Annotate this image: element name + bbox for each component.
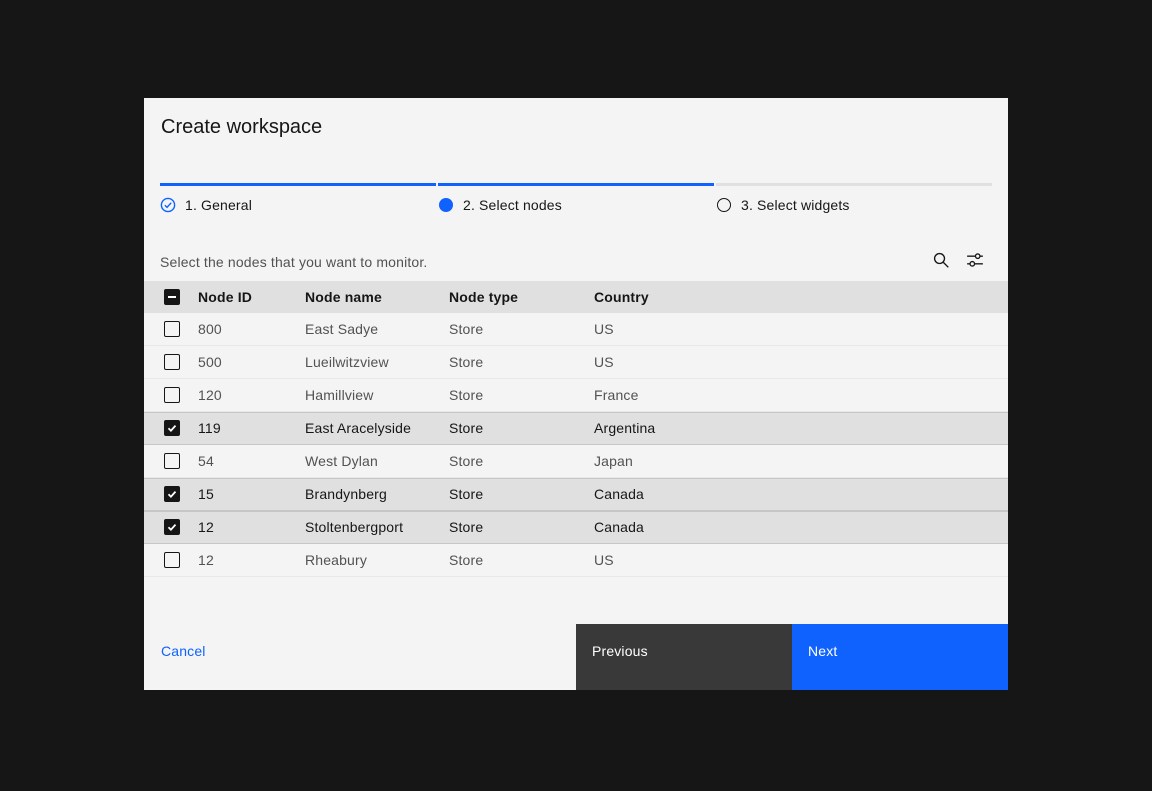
cell-node-name: Lueilwitzview xyxy=(305,354,449,370)
progress-step[interactable]: 2. Select nodes xyxy=(438,183,714,213)
row-checkbox[interactable] xyxy=(164,486,180,502)
cell-node-id: 119 xyxy=(198,420,305,436)
cell-node-type: Store xyxy=(449,486,594,502)
cell-country: Canada xyxy=(594,519,1008,535)
progress-step-label: 3. Select widgets xyxy=(741,197,850,213)
select-all-cell xyxy=(164,289,198,305)
row-checkbox-cell xyxy=(164,420,198,436)
cell-node-name: East Sadye xyxy=(305,321,449,337)
row-checkbox[interactable] xyxy=(164,453,180,469)
row-checkbox-cell xyxy=(164,552,198,568)
column-header-node-id: Node ID xyxy=(198,289,305,305)
table-row: 120 Hamillview Store France xyxy=(144,379,1008,412)
row-checkbox-cell xyxy=(164,486,198,502)
progress-indicator: 1. General 2. Select nodes 3. Select wid… xyxy=(160,183,992,213)
cell-country: Argentina xyxy=(594,420,1008,436)
cell-node-type: Store xyxy=(449,453,594,469)
cell-node-id: 120 xyxy=(198,387,305,403)
cell-node-id: 54 xyxy=(198,453,305,469)
table-row: 12 Stoltenbergport Store Canada xyxy=(144,511,1008,544)
next-button[interactable]: Next xyxy=(792,624,1008,690)
table-row: 15 Brandynberg Store Canada xyxy=(144,478,1008,511)
progress-step-label: 2. Select nodes xyxy=(463,197,562,213)
create-workspace-dialog: Create workspace 1. General 2. Select no… xyxy=(144,98,1008,690)
table-row: 500 Lueilwitzview Store US xyxy=(144,346,1008,379)
progress-step[interactable]: 1. General xyxy=(160,183,436,213)
table-toolbar: Select the nodes that you want to monito… xyxy=(160,244,992,280)
search-icon xyxy=(932,251,950,274)
progress-step[interactable]: 3. Select widgets xyxy=(716,183,992,213)
cell-node-type: Store xyxy=(449,420,594,436)
dialog-title: Create workspace xyxy=(161,116,322,139)
table-body: 800 East Sadye Store US 500 Lueilwitzvie… xyxy=(144,313,1008,577)
previous-button[interactable]: Previous xyxy=(576,624,792,690)
column-header-node-type: Node type xyxy=(449,289,594,305)
cell-node-name: West Dylan xyxy=(305,453,449,469)
cell-node-name: East Aracelyside xyxy=(305,420,449,436)
cell-node-id: 800 xyxy=(198,321,305,337)
cell-country: France xyxy=(594,387,1008,403)
cell-node-type: Store xyxy=(449,321,594,337)
row-checkbox-cell xyxy=(164,519,198,535)
row-checkbox-cell xyxy=(164,321,198,337)
cell-node-type: Store xyxy=(449,387,594,403)
dialog-footer: Cancel Previous Next xyxy=(144,624,1008,690)
cell-country: US xyxy=(594,321,1008,337)
row-checkbox[interactable] xyxy=(164,552,180,568)
cell-node-id: 15 xyxy=(198,486,305,502)
cell-node-name: Stoltenbergport xyxy=(305,519,449,535)
cell-node-type: Store xyxy=(449,519,594,535)
incomplete-step-icon xyxy=(716,197,732,213)
column-header-node-name: Node name xyxy=(305,289,449,305)
cell-node-id: 500 xyxy=(198,354,305,370)
cell-node-type: Store xyxy=(449,552,594,568)
cell-node-id: 12 xyxy=(198,519,305,535)
row-checkbox-cell xyxy=(164,387,198,403)
row-checkbox[interactable] xyxy=(164,354,180,370)
row-checkbox-cell xyxy=(164,354,198,370)
table-description: Select the nodes that you want to monito… xyxy=(160,254,924,270)
search-button[interactable] xyxy=(924,245,958,279)
table-header-row: Node ID Node name Node type Country xyxy=(144,281,1008,313)
cell-country: US xyxy=(594,354,1008,370)
cell-node-type: Store xyxy=(449,354,594,370)
row-checkbox[interactable] xyxy=(164,420,180,436)
row-checkbox[interactable] xyxy=(164,387,180,403)
table-row: 12 Rheabury Store US xyxy=(144,544,1008,577)
settings-adjust-icon xyxy=(966,251,984,274)
nodes-table: Node ID Node name Node type Country 800 … xyxy=(144,281,1008,577)
checkmark-outline-icon xyxy=(160,197,176,213)
cell-country: Japan xyxy=(594,453,1008,469)
row-checkbox-cell xyxy=(164,453,198,469)
table-row: 800 East Sadye Store US xyxy=(144,313,1008,346)
column-header-country: Country xyxy=(594,289,1008,305)
cell-country: US xyxy=(594,552,1008,568)
cell-node-name: Rheabury xyxy=(305,552,449,568)
cancel-button[interactable]: Cancel xyxy=(161,643,206,659)
current-step-icon xyxy=(438,197,454,213)
progress-step-label: 1. General xyxy=(185,197,252,213)
table-row: 119 East Aracelyside Store Argentina xyxy=(144,412,1008,445)
cell-country: Canada xyxy=(594,486,1008,502)
cell-node-id: 12 xyxy=(198,552,305,568)
cell-node-name: Brandynberg xyxy=(305,486,449,502)
settings-adjust-button[interactable] xyxy=(958,245,992,279)
table-row: 54 West Dylan Store Japan xyxy=(144,445,1008,478)
row-checkbox[interactable] xyxy=(164,519,180,535)
row-checkbox[interactable] xyxy=(164,321,180,337)
cell-node-name: Hamillview xyxy=(305,387,449,403)
select-all-checkbox[interactable] xyxy=(164,289,180,305)
